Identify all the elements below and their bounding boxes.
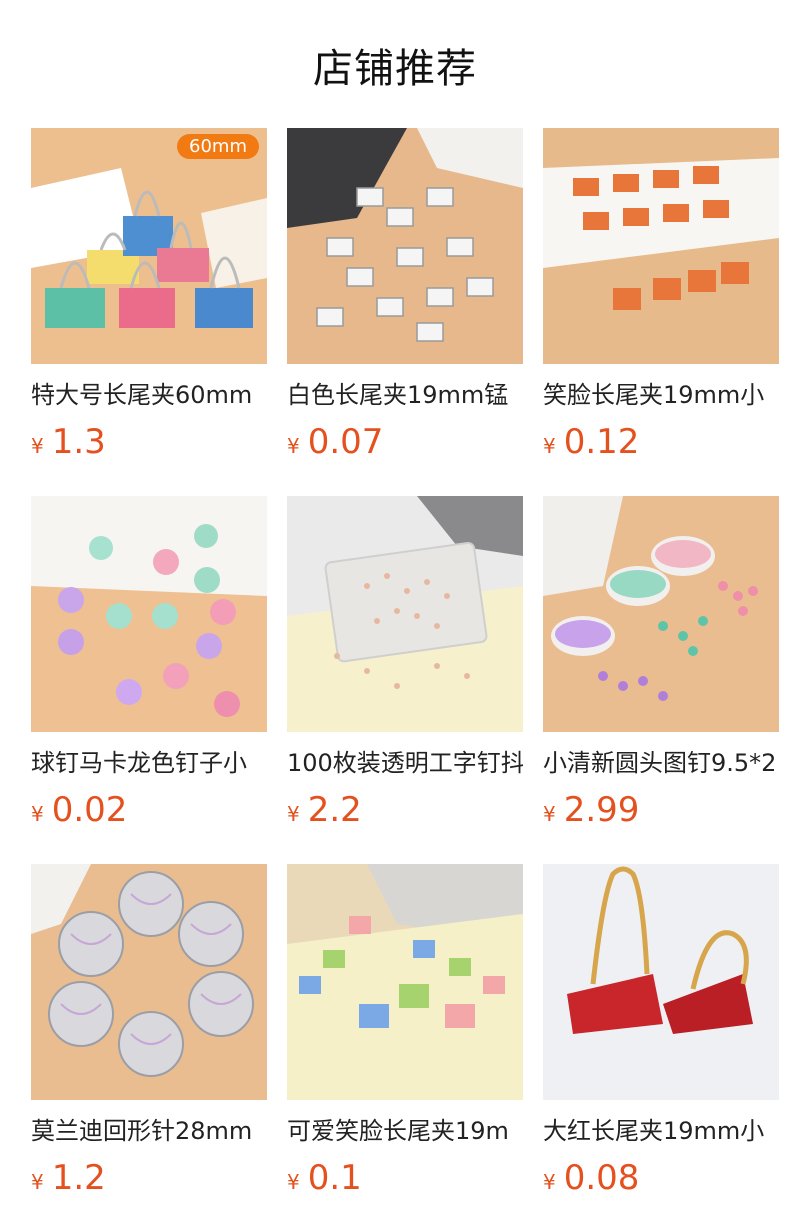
currency-symbol: ¥	[543, 1170, 556, 1194]
product-card[interactable]: 大红长尾夹19mm小 ¥ 0.08	[543, 864, 779, 1198]
product-price: ¥ 2.99	[543, 790, 779, 830]
product-card[interactable]: 60mm 特大号长尾夹60mm ¥ 1.3	[31, 128, 267, 462]
product-price: ¥ 1.2	[31, 1158, 267, 1198]
price-amount: 2.99	[563, 790, 640, 830]
product-card[interactable]: 笑脸长尾夹19mm小 ¥ 0.12	[543, 128, 779, 462]
product-price: ¥ 0.02	[31, 790, 267, 830]
product-name[interactable]: 100枚装透明工字钉抖	[287, 748, 523, 778]
currency-symbol: ¥	[287, 1170, 300, 1194]
price-amount: 0.1	[307, 1158, 362, 1198]
product-image-smiley-binder-clips[interactable]	[543, 128, 779, 364]
product-name[interactable]: 笑脸长尾夹19mm小	[543, 380, 779, 410]
product-image-macaron-pushpins[interactable]	[31, 496, 267, 732]
price-amount: 0.12	[563, 422, 640, 462]
page-title: 店铺推荐	[313, 46, 477, 92]
product-price: ¥ 2.2	[287, 790, 523, 830]
product-card[interactable]: 可爱笑脸长尾夹19m ¥ 0.1	[287, 864, 523, 1198]
product-name[interactable]: 白色长尾夹19mm锰	[287, 380, 523, 410]
currency-symbol: ¥	[543, 802, 556, 826]
product-name[interactable]: 球钉马卡龙色钉子小	[31, 748, 267, 778]
product-card[interactable]: 小清新圆头图钉9.5*2 ¥ 2.99	[543, 496, 779, 830]
product-name[interactable]: 可爱笑脸长尾夹19m	[287, 1116, 523, 1146]
price-amount: 1.2	[51, 1158, 106, 1198]
price-amount: 2.2	[307, 790, 362, 830]
product-price: ¥ 0.1	[287, 1158, 523, 1198]
currency-symbol: ¥	[543, 434, 556, 458]
product-name[interactable]: 小清新圆头图钉9.5*2	[543, 748, 779, 778]
currency-symbol: ¥	[31, 434, 44, 458]
price-amount: 0.08	[563, 1158, 640, 1198]
product-price: ¥ 0.12	[543, 422, 779, 462]
price-amount: 0.07	[307, 422, 384, 462]
product-image-clear-pushpins-box[interactable]	[287, 496, 523, 732]
product-image-binder-clips-large[interactable]: 60mm	[31, 128, 267, 364]
product-price: ¥ 1.3	[31, 422, 267, 462]
product-card[interactable]: 100枚装透明工字钉抖 ¥ 2.2	[287, 496, 523, 830]
product-name[interactable]: 大红长尾夹19mm小	[543, 1116, 779, 1146]
product-card[interactable]: 莫兰迪回形针28mm ¥ 1.2	[31, 864, 267, 1198]
product-image-round-pushpins[interactable]	[543, 496, 779, 732]
product-image-red-binder-clips[interactable]	[543, 864, 779, 1100]
product-card[interactable]: 球钉马卡龙色钉子小 ¥ 0.02	[31, 496, 267, 830]
product-name[interactable]: 莫兰迪回形针28mm	[31, 1116, 267, 1146]
currency-symbol: ¥	[31, 802, 44, 826]
product-image-white-binder-clips[interactable]	[287, 128, 523, 364]
product-card[interactable]: 白色长尾夹19mm锰 ¥ 0.07	[287, 128, 523, 462]
currency-symbol: ¥	[287, 434, 300, 458]
product-price: ¥ 0.07	[287, 422, 523, 462]
product-image-paper-clips[interactable]	[31, 864, 267, 1100]
product-name[interactable]: 特大号长尾夹60mm	[31, 380, 267, 410]
price-amount: 1.3	[51, 422, 106, 462]
product-price: ¥ 0.08	[543, 1158, 779, 1198]
size-badge: 60mm	[177, 134, 259, 159]
currency-symbol: ¥	[31, 1170, 44, 1194]
price-amount: 0.02	[51, 790, 128, 830]
currency-symbol: ¥	[287, 802, 300, 826]
product-image-cute-smiley-clips[interactable]	[287, 864, 523, 1100]
